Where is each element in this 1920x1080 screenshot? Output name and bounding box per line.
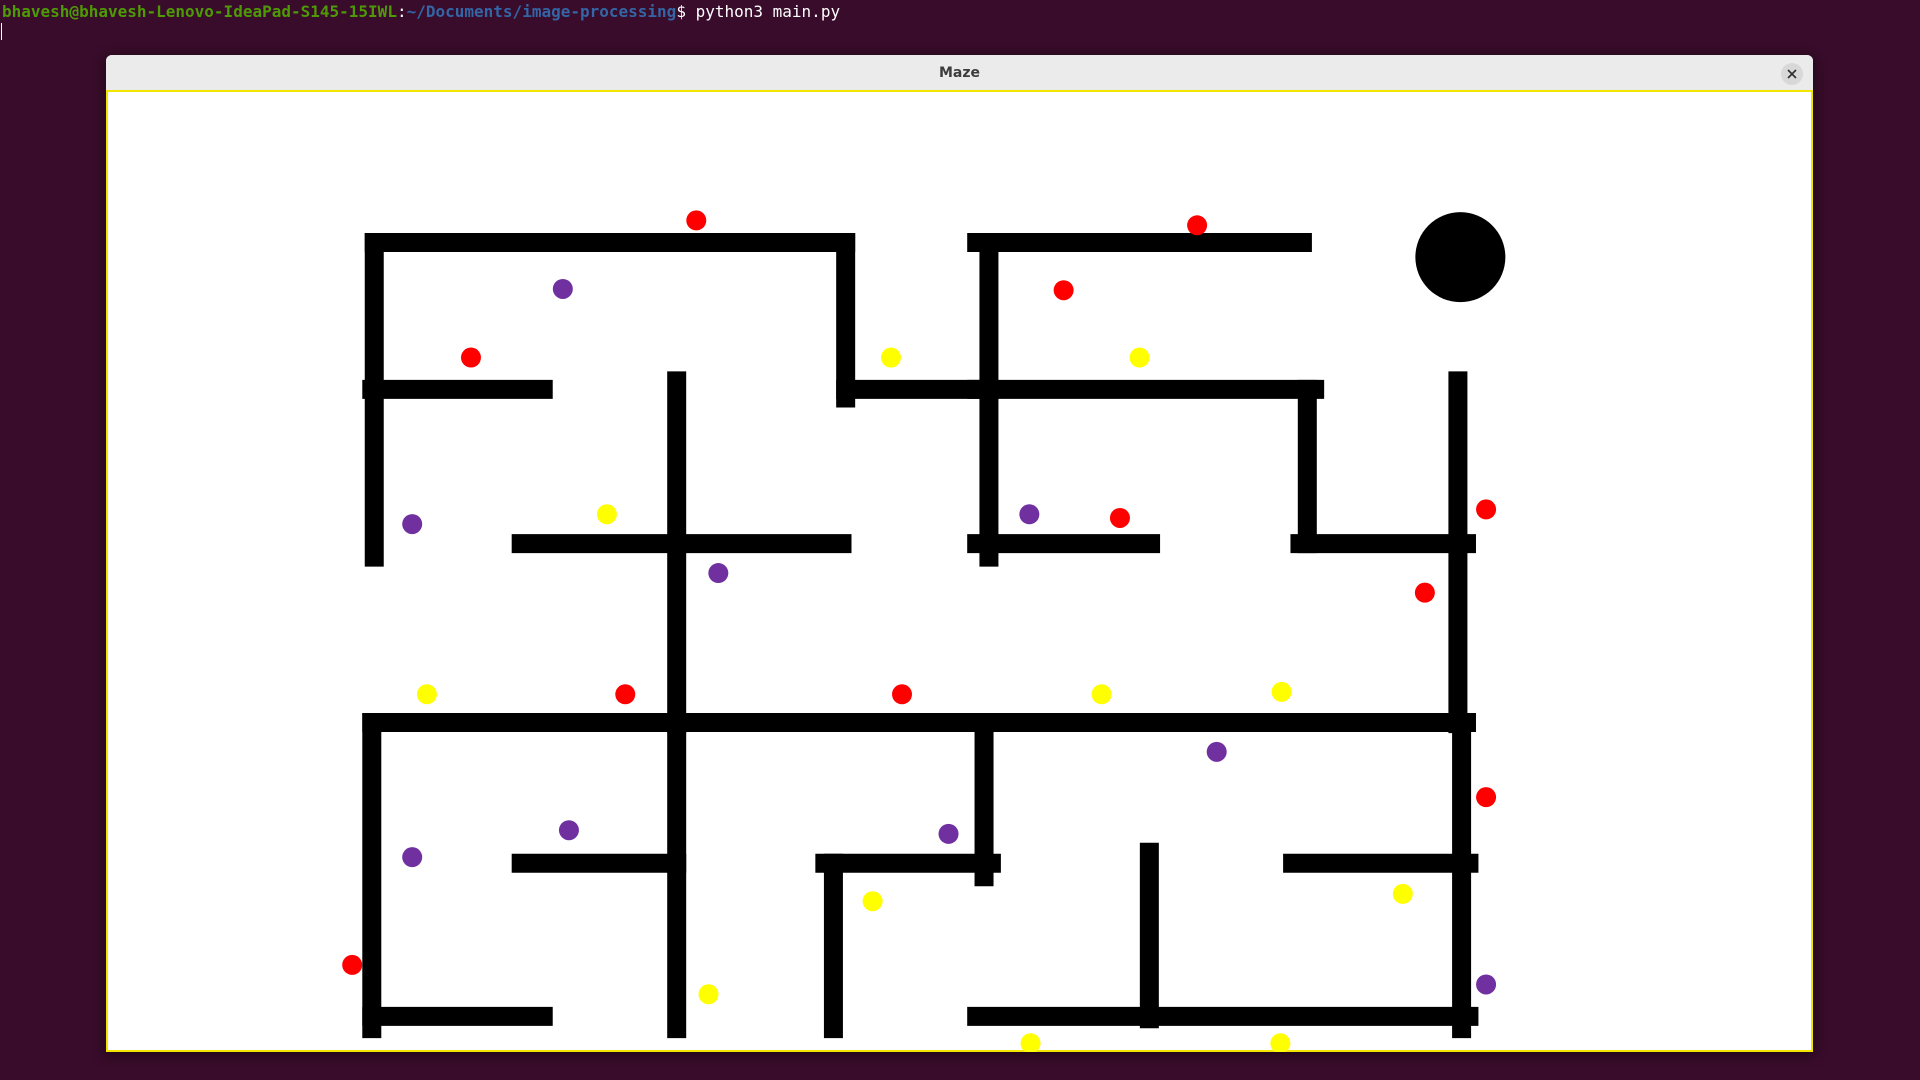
prompt-separator: : — [396, 2, 407, 21]
terminal-cursor — [1, 23, 2, 40]
red-dot — [1109, 507, 1130, 528]
purple-dot — [1476, 974, 1497, 995]
prompt-command: python3 main.py — [685, 2, 841, 21]
window-title: Maze — [938, 65, 981, 81]
red-dot — [1476, 499, 1497, 520]
red-dot — [1187, 215, 1208, 236]
yellow-dot — [416, 684, 437, 705]
red-dot — [1053, 280, 1074, 301]
purple-dot — [552, 278, 573, 299]
purple-dot — [402, 514, 423, 535]
purple-dot — [938, 823, 959, 844]
yellow-dot — [862, 891, 883, 912]
maze-window[interactable]: Maze — [106, 55, 1813, 1052]
window-titlebar[interactable]: Maze — [106, 55, 1813, 92]
red-dot — [460, 347, 481, 368]
yellow-dot — [880, 347, 901, 368]
yellow-dot — [1270, 1033, 1291, 1052]
yellow-dot — [1129, 347, 1150, 368]
purple-dot — [558, 820, 579, 841]
prompt-dollar: $ — [676, 2, 686, 21]
red-dot — [342, 954, 363, 975]
red-dot — [1414, 582, 1435, 603]
red-dot — [1476, 787, 1497, 808]
red-dot — [892, 684, 912, 705]
purple-dot — [1019, 504, 1040, 525]
yellow-dot — [596, 504, 617, 525]
yellow-dot — [1392, 883, 1413, 904]
purple-dot — [402, 847, 423, 868]
prompt-path: ~/Documents/image-processing — [406, 2, 677, 21]
yellow-dot — [698, 984, 719, 1005]
prompt-user-host: bhavesh@bhavesh-Lenovo-IdeaPad-S145-15IW… — [2, 2, 397, 21]
close-icon — [1787, 69, 1797, 79]
close-button[interactable] — [1781, 63, 1803, 85]
purple-dot — [1206, 741, 1227, 762]
maze-canvas[interactable] — [106, 92, 1813, 1052]
player-ball — [1415, 212, 1506, 303]
red-dot — [686, 210, 707, 231]
maze-drawing — [342, 210, 1506, 1052]
yellow-dot — [1271, 681, 1292, 702]
yellow-dot — [1091, 684, 1112, 705]
terminal-prompt-line: bhavesh@bhavesh-Lenovo-IdeaPad-S145-15IW… — [2, 2, 840, 22]
purple-dot — [708, 563, 729, 584]
red-dot — [615, 684, 636, 705]
yellow-dot — [1020, 1033, 1041, 1052]
